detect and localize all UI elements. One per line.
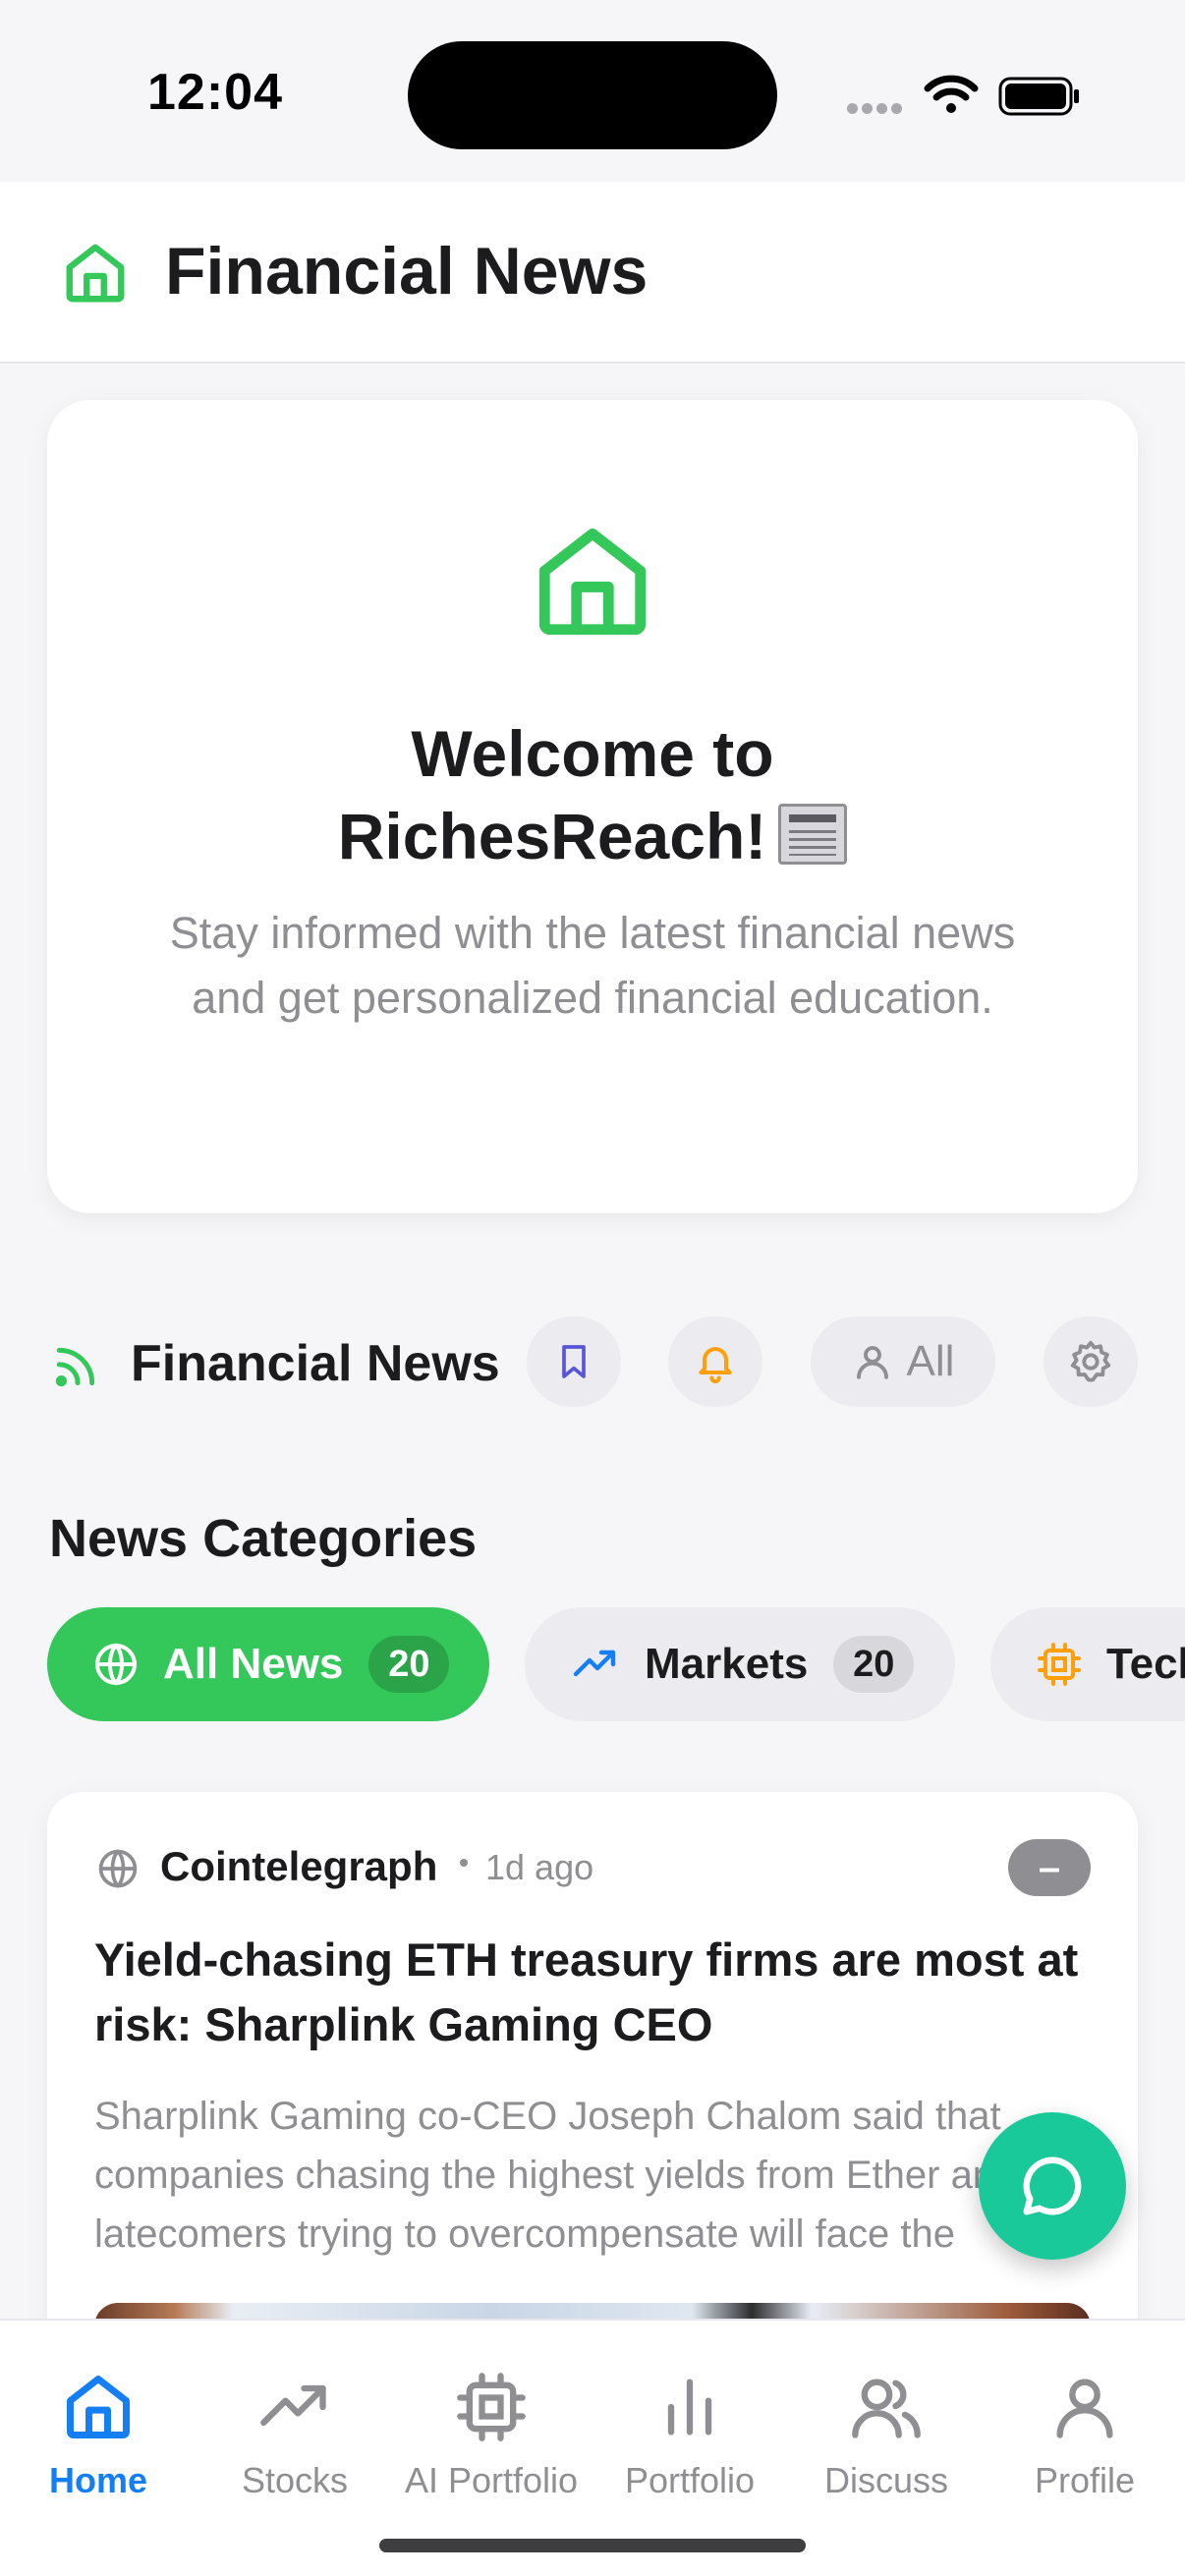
bottom-tab-bar: Home Stocks AI Portfolio Portfolio Discu… <box>0 2319 1185 2576</box>
bookmarks-button[interactable] <box>527 1316 621 1407</box>
status-bar: 12:04 <box>0 0 1185 182</box>
signal-dots-icon <box>847 101 906 119</box>
rss-icon <box>55 1347 95 1387</box>
news-section-title: Financial News <box>131 1335 500 1392</box>
welcome-subtitle: Stay informed with the latest financial … <box>169 908 1016 1023</box>
welcome-card: Welcome to RichesReach! Stay informed wi… <box>47 400 1138 1213</box>
tab-home[interactable]: Home <box>0 2370 197 2507</box>
chat-button[interactable] <box>979 2112 1126 2260</box>
welcome-title-line2: RichesReach! <box>337 800 767 872</box>
tab-label: Discuss <box>823 2460 949 2500</box>
category-chip-markets[interactable]: Markets 20 <box>525 1607 955 1721</box>
wifi-icon <box>924 75 979 113</box>
categories-heading: News Categories <box>49 1509 478 1568</box>
article-source: Cointelegraph <box>160 1843 438 1889</box>
tab-label: Home <box>48 2460 148 2500</box>
user-icon <box>1056 2379 1113 2438</box>
category-label: Tech <box>1106 1640 1185 1688</box>
tab-profile[interactable]: Profile <box>987 2370 1183 2507</box>
welcome-title: Welcome to RichesReach! <box>47 712 1138 877</box>
tab-label: Portfolio <box>624 2460 756 2500</box>
home-icon[interactable] <box>61 239 130 308</box>
trending-up-icon <box>573 1650 616 1677</box>
settings-button[interactable] <box>1044 1316 1138 1407</box>
users-icon <box>852 2379 921 2438</box>
sentiment-badge: – <box>1008 1839 1091 1896</box>
category-label: All News <box>163 1640 344 1688</box>
news-article-card[interactable]: Cointelegraph 1d ago – Yield-chasing ETH… <box>47 1792 1138 2401</box>
home-indicator[interactable] <box>379 2539 806 2552</box>
page-title: Financial News <box>165 234 649 308</box>
dynamic-island <box>408 41 777 149</box>
article-summary: Sharplink Gaming co-CEO Joseph Chalom sa… <box>94 2095 1008 2256</box>
category-chips: All News 20 Markets 20 Tech <box>0 1607 1185 1721</box>
category-count-badge: 20 <box>368 1636 450 1693</box>
category-count-badge: 20 <box>833 1636 915 1693</box>
separator-dot <box>460 1859 468 1867</box>
bar-chart-icon <box>667 2379 712 2436</box>
trending-up-icon <box>260 2384 326 2426</box>
tab-ai-portfolio[interactable]: AI Portfolio <box>393 2370 590 2507</box>
article-timestamp: 1d ago <box>485 1847 594 1887</box>
cpu-icon <box>457 2373 526 2441</box>
status-time: 12:04 <box>147 64 283 121</box>
user-icon <box>856 1346 888 1379</box>
tab-stocks[interactable]: Stocks <box>197 2370 393 2507</box>
app-header: Financial News <box>0 182 1185 364</box>
bookmark-icon <box>562 1345 586 1378</box>
category-chip-all-news[interactable]: All News 20 <box>47 1607 489 1721</box>
globe-icon <box>95 1643 137 1686</box>
home-icon <box>538 528 647 636</box>
globe-icon <box>98 1849 138 1888</box>
tab-label: Stocks <box>241 2460 349 2500</box>
newspaper-emoji-icon <box>778 804 848 865</box>
tab-portfolio[interactable]: Portfolio <box>592 2370 788 2507</box>
tab-label: AI Portfolio <box>404 2460 579 2500</box>
tab-label: Profile <box>1034 2460 1136 2500</box>
audience-filter-label: All <box>906 1337 955 1385</box>
article-title[interactable]: Yield-chasing ETH treasury firms are mos… <box>94 1928 1097 2057</box>
bell-icon <box>699 1347 732 1383</box>
battery-icon <box>998 77 1079 116</box>
audience-filter-button[interactable]: All <box>811 1316 995 1407</box>
chat-bubble-icon <box>1023 2156 1082 2215</box>
news-toolbar: Financial News All <box>0 1316 1185 1415</box>
home-icon <box>67 2376 130 2438</box>
cpu-icon <box>1038 1643 1081 1686</box>
notifications-button[interactable] <box>668 1316 762 1407</box>
category-chip-tech[interactable]: Tech <box>990 1607 1185 1721</box>
gear-icon <box>1070 1340 1111 1382</box>
welcome-title-line1: Welcome to <box>411 717 774 790</box>
category-label: Markets <box>645 1640 809 1688</box>
tab-discuss[interactable]: Discuss <box>788 2370 985 2507</box>
